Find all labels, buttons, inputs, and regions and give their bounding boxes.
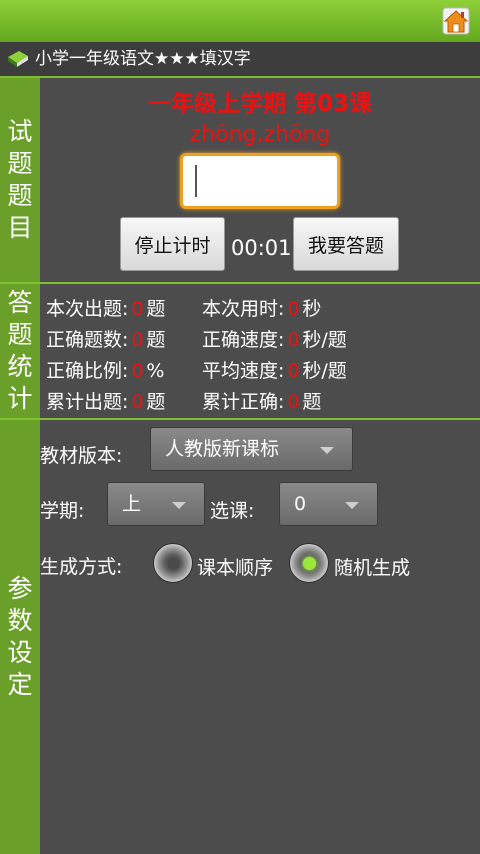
home-icon[interactable] [440,5,472,37]
lesson-label: 选课: [210,500,255,522]
stop-timer-button[interactable]: 停止计时 [120,217,225,271]
stat-current-time: 本次用时: 0 秒 [202,298,322,320]
radio-textbook-order[interactable] [153,543,193,583]
stat-total-correct: 累计正确: 0 题 [202,391,322,413]
section-label-question: 试题题目 [0,78,40,282]
radio-label-textbook-order: 课本顺序 [197,557,274,579]
stat-average-speed: 平均速度: 0 秒/题 [202,360,347,382]
stat-correct-ratio: 正确比例: 0% [46,360,165,382]
stat-current-questions: 本次出题: 0 题 [46,298,166,320]
radio-label-random: 随机生成 [334,557,411,579]
lesson-title: 一年级上学期 第03课 [147,91,372,117]
stat-correct-speed: 正确速度: 0 秒/题 [202,329,347,351]
term-label: 学期: [40,500,85,522]
answer-button[interactable]: 我要答题 [293,217,399,271]
mode-label: 生成方式: [40,556,123,578]
dropdown-arrow-icon [172,502,186,509]
app-title: 小学一年级语文★★★填汉字 [35,49,251,69]
dropdown-arrow-icon [320,447,334,454]
section-divider [0,418,480,420]
timer-display: 00:01 [231,236,292,260]
answer-input[interactable] [180,153,340,209]
radio-dot-selected [303,557,316,570]
stat-correct-count: 正确题数: 0 题 [46,329,166,351]
stat-total-questions: 累计出题: 0 题 [46,391,166,413]
textbook-label: 教材版本: [40,445,123,467]
textbook-select[interactable]: 人教版新课标 [150,427,353,471]
pinyin-prompt: zhōng,zhōng [189,122,331,147]
section-label-stats: 答题统计 [0,284,40,418]
radio-random[interactable] [289,543,329,583]
section-label-settings: 参数设定 [0,420,40,854]
text-caret [195,165,197,197]
dropdown-arrow-icon [345,502,359,509]
book-icon [8,51,28,67]
title-bar: 小学一年级语文★★★填汉字 [0,42,480,78]
radio-dot [167,557,180,570]
section-divider [0,282,480,284]
term-select[interactable]: 上 [107,482,205,526]
lesson-select[interactable]: 0 [279,482,378,526]
top-action-bar [0,0,480,42]
